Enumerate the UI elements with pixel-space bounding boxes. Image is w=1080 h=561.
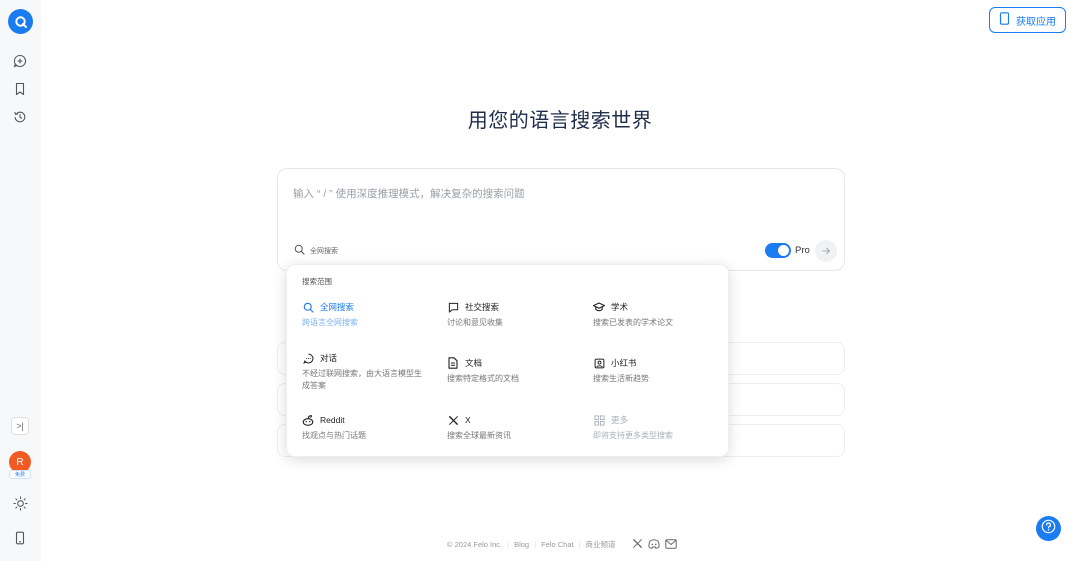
footer-link-business[interactable]: 商业频道 — [586, 539, 616, 550]
scope-option-reddit[interactable]: Reddit 找观点与热门话题 — [302, 414, 437, 442]
search-scope-menu: 搜索范围 全网搜索 跨语言全网搜索 社交搜索 讨论和意见收集 学术 搜索已发表的… — [286, 264, 729, 457]
grid-icon — [593, 414, 605, 426]
option-label: X — [465, 415, 471, 425]
search-box: 全网搜索 Pro — [277, 168, 845, 271]
search-icon — [294, 244, 305, 257]
option-desc: 搜索全球最新资讯 — [447, 431, 511, 440]
scope-option-web[interactable]: 全网搜索 跨语言全网搜索 — [302, 301, 437, 329]
chat-square-icon — [447, 301, 459, 313]
option-desc: 即将支持更多类型搜索 — [593, 431, 673, 440]
option-label: 更多 — [611, 415, 629, 425]
scope-menu-title: 搜索范围 — [302, 277, 332, 286]
question-icon — [1041, 519, 1056, 539]
xiaohongshu-icon — [593, 357, 605, 369]
pro-toggle[interactable] — [765, 243, 791, 258]
option-desc: 找观点与热门话题 — [302, 431, 366, 440]
phone-icon — [999, 12, 1010, 28]
option-desc: 搜索生活新趋势 — [593, 374, 649, 383]
divider: | — [578, 540, 581, 549]
scope-label: 全网搜索 — [310, 247, 338, 255]
reddit-icon — [302, 414, 314, 426]
pro-label: Pro — [795, 245, 810, 256]
option-desc: 搜索特定格式的文档 — [447, 374, 519, 383]
submit-arrow-button[interactable] — [815, 240, 837, 262]
x-logo-icon — [447, 414, 459, 426]
footer-link-felo-chat[interactable]: Felo Chat — [541, 540, 574, 549]
divider: | — [534, 540, 537, 549]
chat-bubble-icon — [302, 352, 314, 364]
x-logo-icon[interactable] — [632, 538, 643, 551]
mail-icon[interactable] — [664, 538, 677, 551]
search-icon — [302, 301, 314, 313]
scope-option-x[interactable]: X 搜索全球最新资讯 — [447, 414, 582, 442]
document-icon — [447, 357, 459, 369]
scope-option-more: 更多 即将支持更多类型搜索 — [593, 414, 728, 442]
new-thread-icon[interactable] — [11, 52, 29, 70]
footer: © 2024 Felo Inc. | Blog | Felo Chat | 商业… — [447, 538, 677, 551]
copyright: © 2024 Felo Inc. — [447, 540, 503, 549]
option-desc: 讨论和意见收集 — [447, 318, 503, 327]
mobile-app-icon[interactable] — [11, 529, 29, 547]
graduation-cap-icon — [593, 301, 605, 313]
option-label: 学术 — [611, 302, 629, 312]
get-app-label: 获取应用 — [1016, 16, 1056, 28]
option-label: Reddit — [320, 415, 345, 425]
felo-logo-icon[interactable] — [8, 9, 33, 34]
user-avatar[interactable]: R 免费 — [8, 451, 32, 481]
option-label: 社交搜索 — [465, 302, 500, 312]
help-button[interactable] — [1036, 516, 1061, 541]
scope-option-social[interactable]: 社交搜索 讨论和意见收集 — [447, 301, 582, 329]
expand-sidebar-button[interactable]: >| — [11, 417, 29, 435]
search-input[interactable] — [293, 188, 813, 200]
discord-icon[interactable] — [647, 538, 660, 551]
divider: | — [507, 540, 510, 549]
option-desc: 搜索已发表的学术论文 — [593, 318, 673, 327]
sidebar: >| R 免费 — [0, 0, 41, 561]
option-desc: 不经过联网搜索，由大语言模型生成答案 — [302, 369, 422, 390]
footer-link-blog[interactable]: Blog — [514, 540, 529, 549]
option-label: 全网搜索 — [320, 302, 355, 312]
scope-option-document[interactable]: 文档 搜索特定格式的文档 — [447, 357, 582, 385]
page-title: 用您的语言搜索世界 — [467, 110, 653, 132]
scope-option-academic[interactable]: 学术 搜索已发表的学术论文 — [593, 301, 728, 329]
scope-option-xiaohongshu[interactable]: 小红书 搜索生活新趋势 — [593, 357, 728, 385]
get-app-button[interactable]: 获取应用 — [989, 7, 1066, 33]
option-desc: 跨语言全网搜索 — [302, 318, 358, 327]
theme-sun-icon[interactable] — [11, 494, 29, 512]
search-scope-selector[interactable]: 全网搜索 — [294, 244, 338, 257]
bookmark-icon[interactable] — [11, 80, 29, 98]
option-label: 对话 — [320, 353, 338, 363]
option-label: 小红书 — [611, 358, 637, 368]
plan-badge: 免费 — [9, 470, 31, 479]
scope-option-chat[interactable]: 对话 不经过联网搜索，由大语言模型生成答案 — [302, 352, 427, 392]
option-label: 文档 — [465, 358, 483, 368]
